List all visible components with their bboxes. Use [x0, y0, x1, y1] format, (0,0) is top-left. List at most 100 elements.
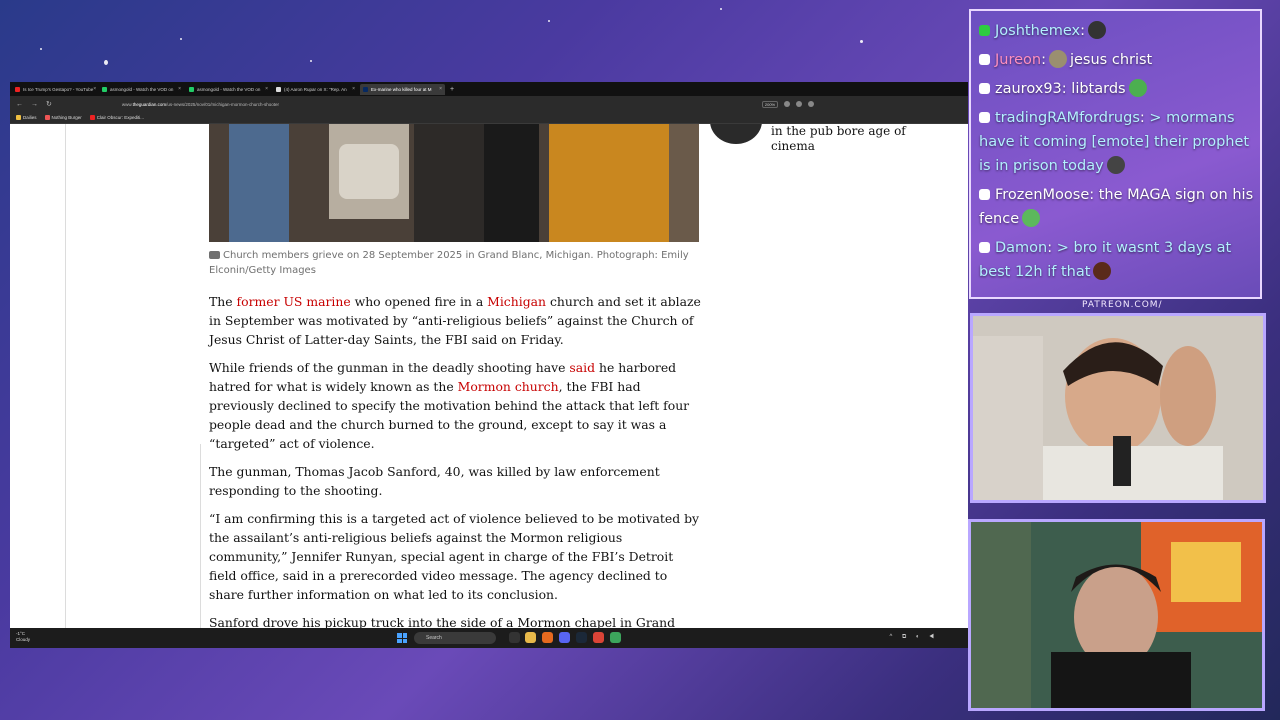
steam-icon[interactable]	[576, 632, 587, 643]
windows-start-icon[interactable]	[397, 633, 407, 643]
photo-caption: Church members grieve on 28 September 20…	[209, 248, 699, 278]
folder-icon[interactable]	[525, 632, 536, 643]
new-tab-button[interactable]: +	[450, 86, 454, 93]
tab-label: asmongold - Watch the VOD on	[197, 86, 261, 92]
author-avatar	[710, 124, 762, 144]
url-field[interactable]: www. theguardian.com/us-news/2025/nov/01/…	[110, 99, 750, 110]
tab-label: asmongold - Watch the VOD on	[110, 86, 174, 92]
close-icon[interactable]: ×	[352, 86, 355, 92]
article-photo	[209, 124, 699, 242]
emote-icon	[1093, 262, 1112, 280]
chat-message: tradingRAMfordrugs: > mormans have it co…	[979, 110, 1250, 174]
stream-chat: Joshthemex: Jureon: jesus christ zaurox93…	[969, 9, 1262, 299]
paragraph: While friends of the gunman in the deadl…	[209, 358, 704, 453]
chat-username[interactable]: Damon	[995, 240, 1047, 256]
article-body: The former US marine who opened fire in …	[209, 292, 704, 628]
url-domain: theguardian.com	[132, 101, 167, 107]
link-michigan[interactable]: Michigan	[487, 294, 546, 309]
pepe-emote-icon	[1022, 209, 1041, 227]
patreon-label: PATREON.COM/	[1082, 300, 1163, 310]
tab-bar: Is Ice Trump's Gestapo? - YouTube × asmon…	[10, 82, 968, 96]
bookmark-label: Clair Obscur: Expediti...	[96, 115, 145, 120]
url-path: /us-news/2025/nov/01/michigan-mormon-chu…	[166, 101, 279, 107]
taskbar-search[interactable]: Search	[414, 632, 496, 644]
close-icon[interactable]: ×	[265, 86, 268, 92]
back-icon[interactable]: ←	[16, 101, 23, 108]
chat-username[interactable]: Jureon	[995, 52, 1041, 68]
address-bar: ← → ↻ www. theguardian.com/us-news/2025/n…	[10, 96, 968, 112]
taskbar: -1°C Cloudy Search ^ ⧉ ◐ ◀	[10, 628, 968, 648]
link-said[interactable]: said	[569, 360, 595, 375]
tab-label: Is Ice Trump's Gestapo? - YouTube	[23, 86, 94, 92]
bookmark-clair-obscur[interactable]: Clair Obscur: Expediti...	[89, 115, 145, 120]
user-badge-icon	[979, 112, 990, 123]
weather-temp: -1°C	[16, 631, 26, 636]
alien-emote-icon	[1087, 21, 1106, 39]
web-page: Church members grieve on 28 September 20…	[10, 124, 968, 628]
user-badge-icon	[979, 189, 990, 200]
url-prefix: www.	[121, 101, 133, 107]
bookmark-label: Dailies	[23, 115, 37, 120]
folder-icon	[16, 115, 21, 120]
chat-username[interactable]: Joshthemex	[995, 23, 1080, 39]
link-former-us-marine[interactable]: former US marine	[237, 294, 351, 309]
pepe-emote-icon	[1128, 79, 1147, 97]
chat-username[interactable]: FrozenMoose	[995, 187, 1089, 203]
user-badge-icon	[979, 83, 990, 94]
forward-icon[interactable]: →	[31, 101, 38, 108]
search-label: Search	[426, 635, 442, 641]
reload-icon[interactable]: ↻	[46, 100, 52, 108]
system-tray[interactable]: ^ ⧉ ◐ ◀	[889, 634, 938, 641]
close-icon[interactable]: ×	[439, 86, 442, 92]
close-icon[interactable]: ×	[93, 86, 96, 92]
camera-icon	[209, 251, 220, 259]
tab-5-active[interactable]: Ex-marine who killed four at M ×	[360, 83, 445, 95]
paragraph: The former US marine who opened fire in …	[209, 292, 704, 349]
weather-condition: Cloudy	[16, 637, 31, 642]
text-run: who opened fire in a	[350, 294, 488, 309]
bookmark-nothing-burger[interactable]: Nothing Burger	[44, 115, 82, 120]
chat-message: FrozenMoose: the MAGA sign on his fence	[979, 187, 1254, 227]
tab-label: Ex-marine who killed four at M	[371, 86, 432, 92]
chrome-icon[interactable]	[593, 632, 604, 643]
user-badge-icon	[979, 242, 990, 253]
browser-window: Is Ice Trump's Gestapo? - YouTube × asmon…	[10, 82, 968, 648]
paragraph: The gunman, Thomas Jacob Sanford, 40, wa…	[209, 464, 660, 498]
tab-label: (4) Aaron Rupar on X: "Rep. An	[284, 86, 347, 92]
youtube-icon	[15, 86, 20, 92]
guest-webcam	[968, 519, 1265, 711]
right-rail-item[interactable]: in the pub bore age of cinema	[710, 124, 960, 164]
firefox-icon[interactable]	[542, 632, 553, 643]
file-explorer-icon[interactable]	[509, 632, 520, 643]
app-icon[interactable]	[610, 632, 621, 643]
user-badge-icon	[979, 54, 990, 65]
chat-message: Jureon: jesus christ	[979, 48, 1254, 72]
chat-username[interactable]: tradingRAMfordrugs	[995, 110, 1140, 126]
kick-icon	[189, 86, 194, 92]
column-divider	[200, 444, 201, 628]
text-run: The	[209, 294, 237, 309]
profile-icon[interactable]	[796, 101, 803, 107]
link-mormon-church[interactable]: Mormon church	[458, 379, 559, 394]
bookmark-dailies[interactable]: Dailies	[16, 115, 37, 120]
bookmark-label: Nothing Burger	[51, 115, 82, 120]
tab-4[interactable]: (4) Aaron Rupar on X: "Rep. An ×	[273, 84, 358, 95]
tab-2[interactable]: asmongold - Watch the VOD on ×	[99, 84, 184, 95]
kick-badge-icon	[979, 25, 990, 36]
guardian-icon	[363, 86, 368, 92]
chat-message: zaurox93: libtards	[979, 77, 1254, 101]
zoom-badge[interactable]: 200%	[761, 100, 779, 108]
paragraph: “I am confirming this is a targeted act …	[209, 511, 700, 602]
weather-widget[interactable]: -1°C Cloudy	[16, 631, 30, 643]
close-icon[interactable]: ×	[178, 86, 181, 92]
rail-line: cinema	[771, 139, 815, 153]
discord-icon[interactable]	[559, 632, 570, 643]
rail-headline[interactable]: in the pub bore age of cinema	[771, 124, 951, 154]
tab-1[interactable]: Is Ice Trump's Gestapo? - YouTube ×	[12, 84, 97, 95]
menu-icon[interactable]	[808, 101, 815, 107]
extension-icon[interactable]	[784, 101, 791, 107]
tab-3[interactable]: asmongold - Watch the VOD on ×	[186, 84, 271, 95]
caption-text: Church members grieve on 28 September 20…	[209, 250, 689, 276]
rail-line: in the pub bore age of	[771, 124, 906, 138]
chat-username[interactable]: zaurox93	[995, 81, 1062, 97]
